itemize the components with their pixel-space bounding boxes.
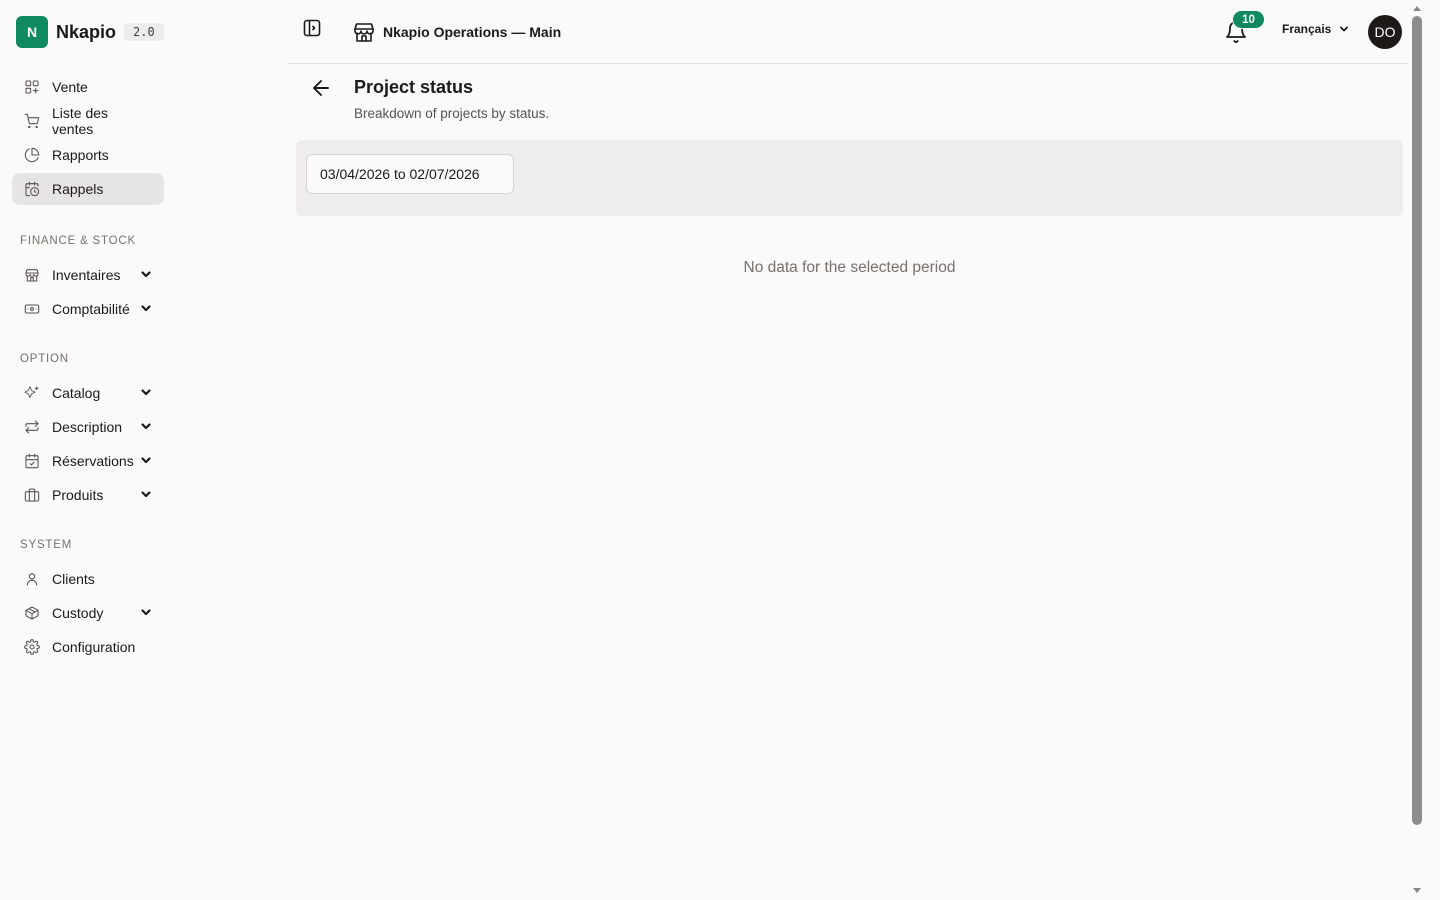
sidebar-item-label: Produits xyxy=(52,487,104,503)
sidebar-item-label: Rappels xyxy=(52,181,104,197)
banknote-icon xyxy=(24,301,40,317)
panel-left-icon xyxy=(303,19,321,37)
sidebar-nav-main: Vente Liste des ventes Rapports Rappels xyxy=(12,71,164,205)
sidebar-item-catalog[interactable]: Catalog xyxy=(12,377,164,409)
scrollbar[interactable] xyxy=(1410,0,1426,900)
sidebar-item-label: Réservations xyxy=(52,453,134,469)
sidebar-item-comptabilite[interactable]: Comptabilité xyxy=(12,293,164,325)
chevron-down-icon xyxy=(1340,26,1349,32)
notifications-count-badge: 10 xyxy=(1232,10,1265,29)
chevron-down-icon xyxy=(140,487,152,503)
version-badge: 2.0 xyxy=(124,23,164,41)
sidebar: N Nkapio 2.0 Vente Liste des ventes Rapp… xyxy=(0,0,176,900)
sidebar-item-custody[interactable]: Custody xyxy=(12,597,164,629)
sidebar-item-inventaires[interactable]: Inventaires xyxy=(12,259,164,291)
package-icon xyxy=(24,605,40,621)
section-title-option: OPTION xyxy=(20,353,69,365)
sidebar-item-clients[interactable]: Clients xyxy=(12,563,164,595)
shopping-cart-icon xyxy=(24,113,40,129)
sidebar-item-label: Description xyxy=(52,419,123,435)
sidebar-item-label: Rapports xyxy=(52,147,109,163)
brand[interactable]: N Nkapio 2.0 xyxy=(12,0,164,64)
brand-logo: N xyxy=(16,16,48,48)
boxes-icon xyxy=(24,487,40,503)
sidebar-item-label: Catalog xyxy=(52,385,101,401)
org-switcher[interactable]: Nkapio Operations — Main xyxy=(352,20,561,44)
brand-name: Nkapio xyxy=(56,21,117,42)
sidebar-toggle-button[interactable] xyxy=(302,18,322,38)
topbar: Nkapio Operations — Main 10 Français DO xyxy=(288,0,1408,64)
user-icon xyxy=(24,571,40,587)
store-icon xyxy=(354,23,374,42)
sidebar-item-rappels[interactable]: Rappels xyxy=(12,173,164,205)
section-title-finance-stock: FINANCE & STOCK xyxy=(20,235,136,247)
filter-panel: 03/04/2026 to 02/07/2026 xyxy=(296,140,1403,216)
chevron-down-icon xyxy=(140,453,152,469)
language-label: Français xyxy=(1282,22,1332,36)
chevron-down-icon xyxy=(140,419,152,435)
scroll-down-arrow-icon[interactable] xyxy=(1413,888,1421,893)
sparkles-icon xyxy=(24,385,40,401)
sidebar-item-label: Inventaires xyxy=(52,267,121,283)
scroll-up-arrow-icon[interactable] xyxy=(1413,6,1421,11)
date-range-picker[interactable]: 03/04/2026 to 02/07/2026 xyxy=(306,154,514,194)
store-icon xyxy=(24,267,40,283)
sidebar-item-label: Custody xyxy=(52,605,104,621)
arrow-left-icon xyxy=(313,80,329,96)
language-select[interactable]: Français xyxy=(1282,22,1349,36)
sidebar-item-label: Clients xyxy=(52,571,95,587)
empty-state-message: No data for the selected period xyxy=(743,259,956,276)
sidebar-item-vente[interactable]: Vente xyxy=(12,71,164,103)
sidebar-item-rapports[interactable]: Rapports xyxy=(12,139,164,171)
page-title: Project status xyxy=(354,77,474,97)
sidebar-item-produits[interactable]: Produits xyxy=(12,479,164,511)
sidebar-item-liste-des-ventes[interactable]: Liste des ventes xyxy=(12,105,164,137)
arrows-exchange-icon xyxy=(24,419,40,435)
org-name: Nkapio Operations — Main xyxy=(383,24,562,40)
chevron-down-icon xyxy=(140,267,152,283)
sidebar-item-reservations[interactable]: Réservations xyxy=(12,445,164,477)
page-subtitle: Breakdown of projects by status. xyxy=(354,106,550,121)
chevron-down-icon xyxy=(140,301,152,317)
layout-grid-plus-icon xyxy=(24,79,40,95)
avatar[interactable]: DO xyxy=(1368,15,1402,49)
scrollbar-thumb[interactable] xyxy=(1412,16,1422,825)
section-title-system: SYSTEM xyxy=(20,539,73,551)
sidebar-item-label: Vente xyxy=(52,79,88,95)
sidebar-item-description[interactable]: Description xyxy=(12,411,164,443)
pie-chart-icon xyxy=(24,147,40,163)
calendar-check-icon xyxy=(24,453,40,469)
back-button[interactable] xyxy=(309,76,333,100)
gear-icon xyxy=(24,639,40,655)
chevron-down-icon xyxy=(140,605,152,621)
sidebar-item-label: Liste des ventes xyxy=(52,105,109,137)
sidebar-item-configuration[interactable]: Configuration xyxy=(12,631,164,663)
sidebar-item-label: Comptabilité xyxy=(52,301,130,317)
chevron-down-icon xyxy=(140,385,152,401)
sidebar-item-label: Configuration xyxy=(52,639,136,655)
calendar-clock-icon xyxy=(24,181,40,197)
